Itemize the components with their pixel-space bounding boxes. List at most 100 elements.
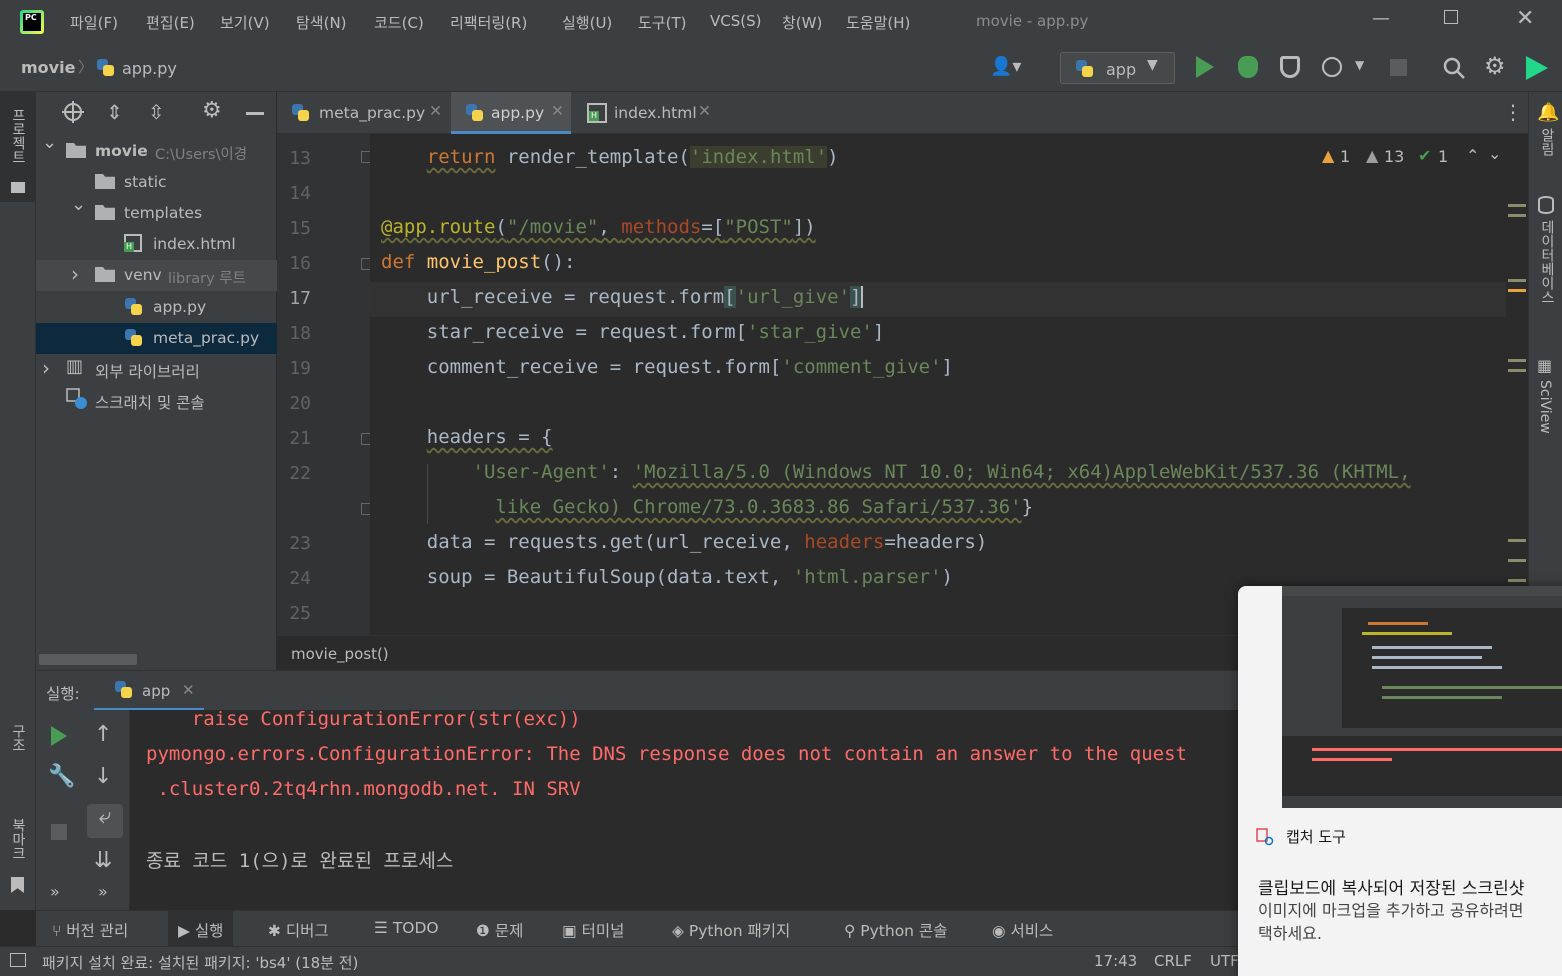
tool-python-packages[interactable]: ◈ Python 패키지	[672, 919, 790, 941]
tool-version-control[interactable]: ⑂ 버전 관리	[52, 919, 128, 941]
tool-problems[interactable]: ❶ 문제	[476, 919, 523, 941]
tree-item[interactable]: › venv library 루트	[36, 260, 277, 291]
code-editor[interactable]: return render_template('index.html') @ap…	[370, 134, 1506, 635]
tool-todo[interactable]: ☰ TODO	[374, 919, 439, 937]
menu-window[interactable]: 창(W)	[782, 12, 822, 33]
wrench-icon[interactable]: 🔧	[48, 764, 75, 789]
code-with-me-icon[interactable]	[1526, 56, 1548, 80]
weak-warning-icon: ▲	[1366, 146, 1379, 165]
close-window-icon[interactable]: ✕	[1516, 6, 1534, 31]
tab-index-html[interactable]: H index.html ✕	[573, 92, 723, 134]
more-actions-icon[interactable]: »	[50, 882, 60, 901]
tab-label: index.html	[614, 104, 697, 122]
tree-item[interactable]: 스크래치 및 콘솔	[36, 385, 277, 416]
soft-wrap-icon[interactable]: ⤶	[87, 804, 123, 838]
tab-meta-prac[interactable]: meta_prac.py ✕	[277, 92, 451, 134]
tree-item[interactable]: › ▥ 외부 라이브러리	[36, 354, 277, 385]
menu-refactor[interactable]: 리팩터링(R)	[450, 12, 527, 33]
user-icon[interactable]: 👤▾	[990, 56, 1021, 77]
search-icon[interactable]	[1442, 56, 1466, 84]
tree-item-label: index.html	[153, 235, 236, 253]
close-run-tab-icon[interactable]: ✕	[182, 681, 195, 699]
stop-icon[interactable]	[1390, 59, 1407, 76]
screenshot-thumbnail[interactable]	[1282, 586, 1562, 808]
more-tools-icon[interactable]: »	[98, 882, 108, 901]
tree-item[interactable]: static	[36, 167, 277, 198]
rerun-icon[interactable]	[51, 726, 67, 746]
menu-vcs[interactable]: VCS(S)	[710, 12, 761, 30]
inspection-widget[interactable]: ▲ 1 ▲ 13 ✔ 1 ⌃ ⌄	[1320, 144, 1501, 170]
chevron-down-icon[interactable]: ⌄	[71, 198, 86, 215]
close-tab-icon[interactable]: ✕	[429, 102, 442, 120]
pycharm-logo-icon[interactable]: PC	[20, 10, 44, 34]
hide-panel-icon[interactable]	[246, 112, 264, 115]
tool-terminal[interactable]: ▣ 터미널	[562, 919, 624, 941]
code-breadcrumb[interactable]: movie_post()	[291, 645, 389, 663]
scroll-to-end-icon[interactable]: ⇊	[94, 848, 112, 873]
menu-help[interactable]: 도움말(H)	[846, 12, 910, 33]
status-message[interactable]: 패키지 설치 완료: 설치된 패키지: 'bs4' (18분 전)	[42, 952, 358, 973]
close-tab-icon[interactable]: ✕	[551, 102, 564, 120]
project-settings-gear-icon[interactable]: ⚙	[202, 98, 222, 123]
database-tool-label[interactable]: 데이터베이스	[1537, 220, 1557, 304]
locate-file-icon[interactable]	[62, 101, 84, 127]
menu-view[interactable]: 보기(V)	[220, 12, 270, 33]
stop-run-icon[interactable]	[51, 824, 67, 840]
project-tool-button[interactable]: 프로젝트	[0, 92, 36, 202]
sciview-tool-label[interactable]: SciView	[1537, 380, 1553, 434]
run-config-selector[interactable]: app ▼	[1060, 52, 1175, 84]
minimize-icon[interactable]: —	[1372, 8, 1390, 29]
profile-dropdown-icon[interactable]: ▼	[1355, 58, 1364, 72]
notifications-bell-icon[interactable]: 🔔	[1537, 102, 1559, 123]
screenshot-notification[interactable]: 캡처 도구 클립보드에 복사되어 저장된 스크린샷 이미지에 마크업을 추가하고…	[1238, 586, 1562, 976]
terminal-icon: ▣	[562, 922, 582, 940]
branch-icon: ⑂	[52, 922, 67, 940]
tree-item[interactable]: meta_prac.py	[36, 323, 277, 354]
file-encoding[interactable]: UTF	[1210, 952, 1239, 970]
line-number: 20	[289, 393, 311, 414]
scroll-up-icon[interactable]: ↑	[94, 722, 112, 747]
coverage-icon[interactable]	[1280, 56, 1300, 78]
chevron-right-icon[interactable]: ›	[71, 262, 79, 286]
profile-icon[interactable]	[1322, 57, 1342, 77]
tree-item[interactable]: ⌄ movie C:\Users\이경	[36, 136, 277, 167]
tool-python-console[interactable]: ⚲ Python 콘솔	[844, 919, 947, 941]
maximize-icon[interactable]	[1444, 10, 1458, 24]
error-stripe[interactable]	[1506, 134, 1528, 635]
menu-edit[interactable]: 편집(E)	[146, 12, 195, 33]
menu-run[interactable]: 실행(U)	[562, 12, 612, 33]
toggle-tool-windows-icon[interactable]	[10, 953, 26, 967]
settings-gear-icon[interactable]: ⚙	[1484, 52, 1506, 80]
collapse-all-icon[interactable]: ⇳	[148, 100, 165, 124]
tree-item[interactable]: app.py	[36, 292, 277, 323]
tree-item[interactable]: Hindex.html	[36, 229, 277, 260]
notifications-tool-label[interactable]: 알림	[1537, 128, 1557, 156]
expand-all-icon[interactable]: ⇕	[106, 100, 123, 124]
python-file-icon	[96, 58, 116, 78]
chevron-right-icon[interactable]: ›	[42, 356, 50, 380]
line-separator[interactable]: CRLF	[1154, 952, 1192, 970]
breadcrumb-project[interactable]: movie	[21, 58, 75, 77]
tree-item-hint: library 루트	[168, 271, 246, 287]
debug-icon[interactable]	[1238, 56, 1258, 78]
run-tab-app[interactable]: app ✕	[94, 671, 204, 711]
chevron-down-icon[interactable]: ⌄	[42, 136, 57, 153]
tool-run[interactable]: ▶ 실행	[168, 911, 234, 946]
next-highlight-icon[interactable]: ⌄	[1488, 144, 1501, 163]
run-icon[interactable]	[1196, 56, 1214, 78]
breadcrumb-file[interactable]: app.py	[122, 59, 177, 78]
more-tabs-icon[interactable]: ⋮	[1503, 100, 1523, 124]
scroll-down-icon[interactable]: ↓	[94, 764, 112, 789]
tool-services[interactable]: ◉ 서비스	[992, 919, 1053, 941]
prev-highlight-icon[interactable]: ⌃	[1466, 146, 1479, 165]
menu-file[interactable]: 파일(F)	[70, 12, 118, 33]
menu-code[interactable]: 코드(C)	[374, 12, 424, 33]
menu-navigate[interactable]: 탐색(N)	[296, 12, 347, 33]
tool-debug[interactable]: ✱ 디버그	[268, 919, 329, 941]
tab-app-py[interactable]: app.py ✕	[451, 92, 571, 134]
close-tab-icon[interactable]: ✕	[698, 102, 711, 120]
tree-item[interactable]: ⌄ templates	[36, 198, 277, 229]
cursor-position[interactable]: 17:43	[1094, 952, 1137, 970]
horizontal-scrollbar[interactable]	[39, 654, 137, 665]
menu-tools[interactable]: 도구(T)	[638, 12, 686, 33]
